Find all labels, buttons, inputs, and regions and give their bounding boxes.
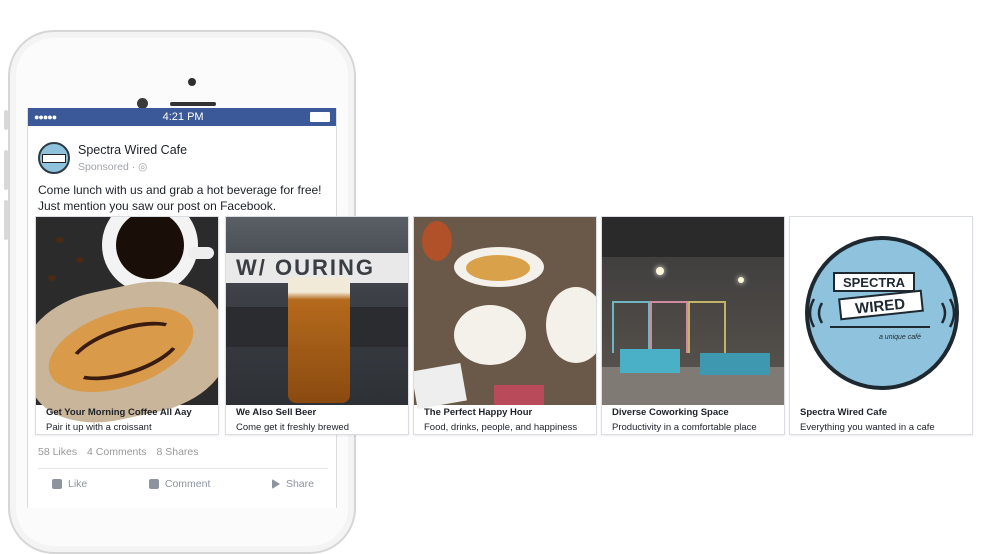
card-title: Spectra Wired Cafe (800, 407, 888, 418)
earpiece-speaker (170, 102, 216, 106)
coffee-croissant-image (36, 217, 218, 434)
sponsored-text: Sponsored · (78, 161, 139, 173)
battery-icon (310, 112, 330, 122)
cafe-logo-image: SPECTRA WIRED a unique café (790, 217, 972, 405)
likes-count[interactable]: 58 Likes (38, 446, 77, 458)
card-caption: Spectra Wired Cafe Everything you wanted… (800, 407, 966, 433)
thumbs-up-icon (52, 479, 62, 489)
carousel-card[interactable]: Diverse Coworking Space Productivity in … (601, 216, 785, 435)
happy-hour-table-image (414, 217, 596, 410)
carousel-card[interactable]: SPECTRA WIRED a unique café Spectra Wire… (789, 216, 973, 435)
comments-count[interactable]: 4 Comments (87, 446, 147, 458)
sponsored-label: Sponsored · ◎ (78, 161, 187, 173)
card-description: Everything you wanted in a cafe (800, 422, 935, 433)
coworking-space-image (602, 217, 784, 405)
share-button[interactable]: Share (258, 474, 328, 494)
post-stats: 58 Likes 4 Comments 8 Shares (38, 446, 206, 458)
carousel-card[interactable]: The Perfect Happy Hour Food, drinks, peo… (413, 216, 597, 435)
card-description: Food, drinks, people, and happiness (424, 422, 578, 433)
like-button[interactable]: Like (38, 474, 101, 494)
card-title: We Also Sell Beer (236, 407, 317, 418)
beer-glass-image: W/ OURING (226, 217, 408, 405)
share-icon (271, 479, 280, 489)
card-caption: The Perfect Happy Hour Food, drinks, peo… (424, 407, 590, 433)
comment-button[interactable]: Comment (135, 474, 225, 494)
camera-dot (188, 78, 196, 86)
post-actions: Like Comment Share (38, 474, 328, 494)
mute-switch (4, 110, 8, 130)
volume-up-button (4, 150, 8, 190)
carousel-card[interactable]: W/ OURING We Also Sell Beer Come get it … (225, 216, 409, 435)
card-title: Get Your Morning Coffee All Aay (46, 407, 192, 418)
logo-mini-icon (42, 153, 66, 163)
spectra-wired-logo: SPECTRA WIRED a unique café (805, 236, 959, 390)
like-label: Like (68, 478, 88, 490)
actions-divider (38, 468, 328, 469)
share-label: Share (285, 478, 314, 490)
status-time: 4:21 PM (162, 111, 204, 123)
shares-count[interactable]: 8 Shares (156, 446, 198, 458)
globe-icon: ◎ (138, 161, 148, 173)
signal-indicator: ●●●●● (34, 112, 57, 122)
post-meta: Spectra Wired Cafe Sponsored · ◎ (78, 143, 187, 173)
post-text: Come lunch with us and grab a hot bevera… (38, 183, 322, 213)
carousel-card[interactable]: Get Your Morning Coffee All Aay Pair it … (35, 216, 219, 435)
card-title: The Perfect Happy Hour (424, 407, 533, 418)
page-name[interactable]: Spectra Wired Cafe (78, 143, 187, 157)
post-header: Spectra Wired Cafe Sponsored · ◎ (38, 142, 187, 174)
comment-icon (148, 479, 159, 489)
volume-down-button (4, 200, 8, 240)
status-bar: ●●●●● 4:21 PM (28, 108, 336, 126)
svg-text:SPECTRA: SPECTRA (843, 275, 906, 290)
comment-label: Comment (164, 478, 211, 490)
page-avatar[interactable] (38, 142, 70, 174)
card-caption: Get Your Morning Coffee All Aay Pair it … (46, 407, 212, 433)
card-description: Come get it freshly brewed (236, 422, 349, 433)
svg-text:a unique café: a unique café (879, 334, 921, 341)
card-description: Productivity in a comfortable place (612, 422, 757, 433)
card-title: Diverse Coworking Space (612, 407, 729, 418)
card-caption: We Also Sell Beer Come get it freshly br… (236, 407, 402, 433)
card-description: Pair it up with a croissant (46, 422, 152, 433)
card-caption: Diverse Coworking Space Productivity in … (612, 407, 778, 433)
